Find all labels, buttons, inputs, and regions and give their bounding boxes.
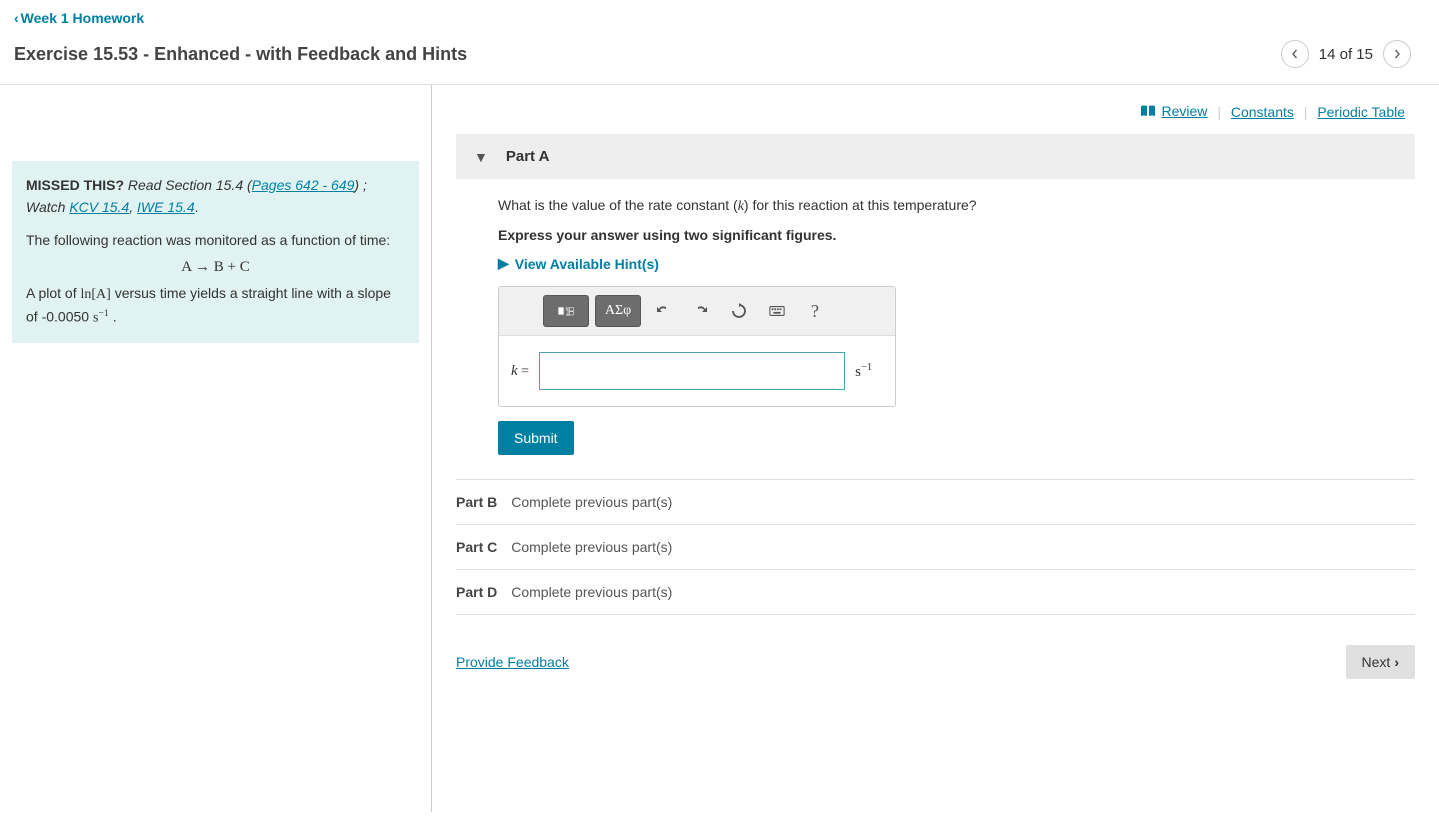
periodic-table-link[interactable]: Periodic Table <box>1317 104 1405 120</box>
missed-label: MISSED THIS? <box>26 177 124 193</box>
answer-unit: s−1 <box>855 362 872 381</box>
next-button[interactable]: Next › <box>1346 645 1415 679</box>
part-b-row: Part B Complete previous part(s) <box>456 479 1415 524</box>
pager-label: 14 of 15 <box>1319 46 1373 63</box>
review-link[interactable]: Review <box>1140 103 1208 119</box>
part-b-text: Complete previous part(s) <box>511 494 672 510</box>
answer-box: x ΑΣφ <box>498 286 896 407</box>
fraction-template-icon: x <box>558 303 574 319</box>
submit-button[interactable]: Submit <box>498 421 574 455</box>
reset-icon <box>731 303 747 319</box>
part-c-row: Part C Complete previous part(s) <box>456 524 1415 569</box>
breadcrumb-label: Week 1 Homework <box>21 10 144 26</box>
pager-prev-button[interactable] <box>1281 40 1309 68</box>
redo-button[interactable] <box>685 295 717 327</box>
chevron-left-icon: ‹ <box>14 10 19 26</box>
chevron-right-icon <box>1392 49 1402 59</box>
pager: 14 of 15 <box>1281 40 1411 68</box>
constants-link[interactable]: Constants <box>1231 104 1294 120</box>
pages-link[interactable]: Pages 642 - 649 <box>252 177 355 193</box>
question-text: What is the value of the rate constant (… <box>498 195 1415 217</box>
pager-next-button[interactable] <box>1383 40 1411 68</box>
redo-icon <box>693 303 709 319</box>
chevron-left-icon <box>1290 49 1300 59</box>
part-a-title: Part A <box>506 148 550 165</box>
problem-intro: The following reaction was monitored as … <box>26 230 405 252</box>
exercise-title: Exercise 15.53 - Enhanced - with Feedbac… <box>14 44 467 65</box>
problem-info-box: MISSED THIS? Read Section 15.4 (Pages 64… <box>12 161 419 343</box>
provide-feedback-link[interactable]: Provide Feedback <box>456 654 569 670</box>
equation-toolbar: x ΑΣφ <box>499 287 895 336</box>
part-c-text: Complete previous part(s) <box>511 539 672 555</box>
k-equals-label: k = <box>511 363 529 380</box>
keyboard-button[interactable] <box>761 295 793 327</box>
iwe-link[interactable]: IWE 15.4 <box>137 199 195 215</box>
part-d-text: Complete previous part(s) <box>511 584 672 600</box>
undo-button[interactable] <box>647 295 679 327</box>
part-d-row: Part D Complete previous part(s) <box>456 569 1415 615</box>
caret-down-icon: ▼ <box>474 149 488 165</box>
part-a-header[interactable]: ▼ Part A <box>456 134 1415 179</box>
reaction-equation: A → B + C <box>26 256 405 279</box>
keyboard-icon <box>769 303 785 319</box>
undo-icon <box>655 303 671 319</box>
answer-input[interactable] <box>539 352 845 390</box>
part-b-label: Part B <box>456 494 497 510</box>
chevron-right-icon: › <box>1394 654 1399 670</box>
help-button[interactable]: ? <box>799 295 831 327</box>
greek-tool-button[interactable]: ΑΣφ <box>595 295 641 327</box>
kcv-link[interactable]: KCV 15.4 <box>69 199 129 215</box>
part-d-label: Part D <box>456 584 497 600</box>
top-links: Review | Constants | Periodic Table <box>456 85 1415 134</box>
part-c-label: Part C <box>456 539 497 555</box>
view-hints-link[interactable]: ▶ View Available Hint(s) <box>498 255 659 272</box>
book-icon <box>1140 105 1156 117</box>
reset-button[interactable] <box>723 295 755 327</box>
triangle-right-icon: ▶ <box>498 255 509 272</box>
template-tool-button[interactable]: x <box>543 295 589 327</box>
plot-description: A plot of ln[A] versus time yields a str… <box>26 283 405 329</box>
answer-instruction: Express your answer using two significan… <box>498 227 1415 243</box>
breadcrumb-back[interactable]: ‹ Week 1 Homework <box>14 10 144 26</box>
